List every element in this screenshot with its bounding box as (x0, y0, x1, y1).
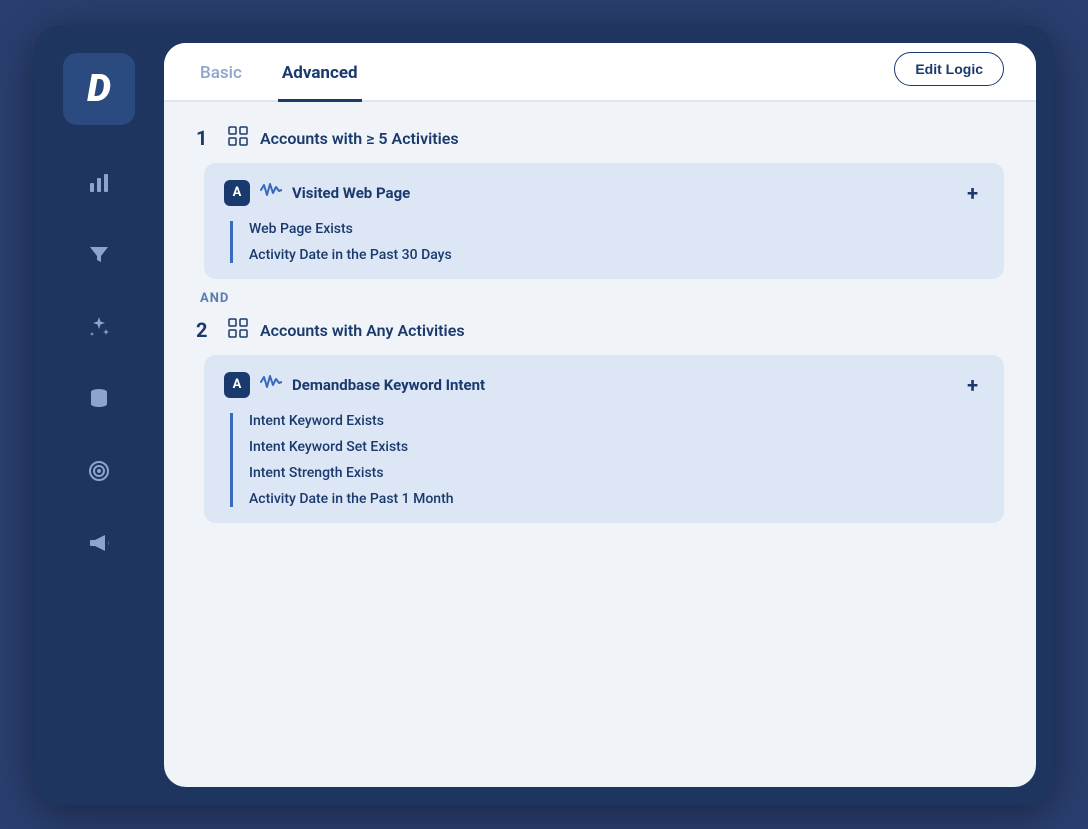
section-1: 1 Accounts with ≥ 5 Activities (196, 126, 1004, 279)
database-icon (87, 387, 111, 411)
activity-card-2-header: A Demandbase Keyword Intent + (224, 371, 984, 399)
a-badge-1: A (224, 180, 250, 206)
a-badge-2: A (224, 372, 250, 398)
activity-card-2: A Demandbase Keyword Intent + Intent Key… (204, 355, 1004, 523)
tab-actions: Edit Logic (894, 52, 1004, 100)
target-icon (87, 459, 111, 483)
section-1-header: 1 Accounts with ≥ 5 Activities (196, 126, 1004, 151)
condition-list-1: Web Page Exists Activity Date in the Pas… (230, 221, 984, 263)
section-2-number: 2 (196, 318, 216, 342)
add-condition-button-1[interactable]: + (961, 179, 984, 207)
section-1-number: 1 (196, 126, 216, 150)
condition-2-3: Activity Date in the Past 1 Month (249, 491, 984, 507)
condition-2-1: Intent Keyword Set Exists (249, 439, 984, 455)
sidebar-item-database[interactable] (77, 377, 121, 421)
add-condition-button-2[interactable]: + (961, 371, 984, 399)
sparkle-icon (87, 315, 111, 339)
and-divider: AND (200, 291, 1004, 306)
grid-icon-1 (228, 126, 248, 151)
condition-2-2: Intent Strength Exists (249, 465, 984, 481)
grid-icon-2 (228, 318, 248, 343)
activity-card-1: A Visited Web Page + Web Page Exists Act… (204, 163, 1004, 279)
nav-menu (34, 161, 164, 565)
condition-list-2: Intent Keyword Exists Intent Keyword Set… (230, 413, 984, 507)
section-2-title: Accounts with Any Activities (260, 321, 465, 340)
section-2: 2 Accounts with Any Activities A (196, 318, 1004, 523)
sidebar-item-megaphone[interactable] (77, 521, 121, 565)
sidebar: D (34, 25, 164, 805)
sidebar-item-funnel[interactable] (77, 233, 121, 277)
sidebar-item-target[interactable] (77, 449, 121, 493)
activity-card-1-header: A Visited Web Page + (224, 179, 984, 207)
sidebar-item-analytics[interactable] (77, 161, 121, 205)
bar-chart-icon (87, 171, 111, 195)
main-panel: Basic Advanced Edit Logic 1 (164, 43, 1036, 787)
filter-icon (87, 243, 111, 267)
sidebar-item-spark[interactable] (77, 305, 121, 349)
tab-basic[interactable]: Basic (196, 43, 246, 102)
activity-name-2: Demandbase Keyword Intent (292, 376, 951, 394)
megaphone-icon (87, 531, 111, 555)
tab-advanced[interactable]: Advanced (278, 43, 362, 102)
activity-name-1: Visited Web Page (292, 184, 951, 202)
section-2-header: 2 Accounts with Any Activities (196, 318, 1004, 343)
activity-wave-icon-2 (260, 374, 282, 395)
scroll-content: 1 Accounts with ≥ 5 Activities (164, 102, 1036, 787)
section-1-title: Accounts with ≥ 5 Activities (260, 129, 459, 148)
logo: D (63, 53, 135, 125)
activity-wave-icon-1 (260, 182, 282, 203)
logo-text: D (87, 70, 111, 108)
condition-1-1: Activity Date in the Past 30 Days (249, 247, 984, 263)
condition-2-0: Intent Keyword Exists (249, 413, 984, 429)
edit-logic-button[interactable]: Edit Logic (894, 52, 1004, 86)
tab-bar: Basic Advanced Edit Logic (164, 43, 1036, 102)
condition-1-0: Web Page Exists (249, 221, 984, 237)
